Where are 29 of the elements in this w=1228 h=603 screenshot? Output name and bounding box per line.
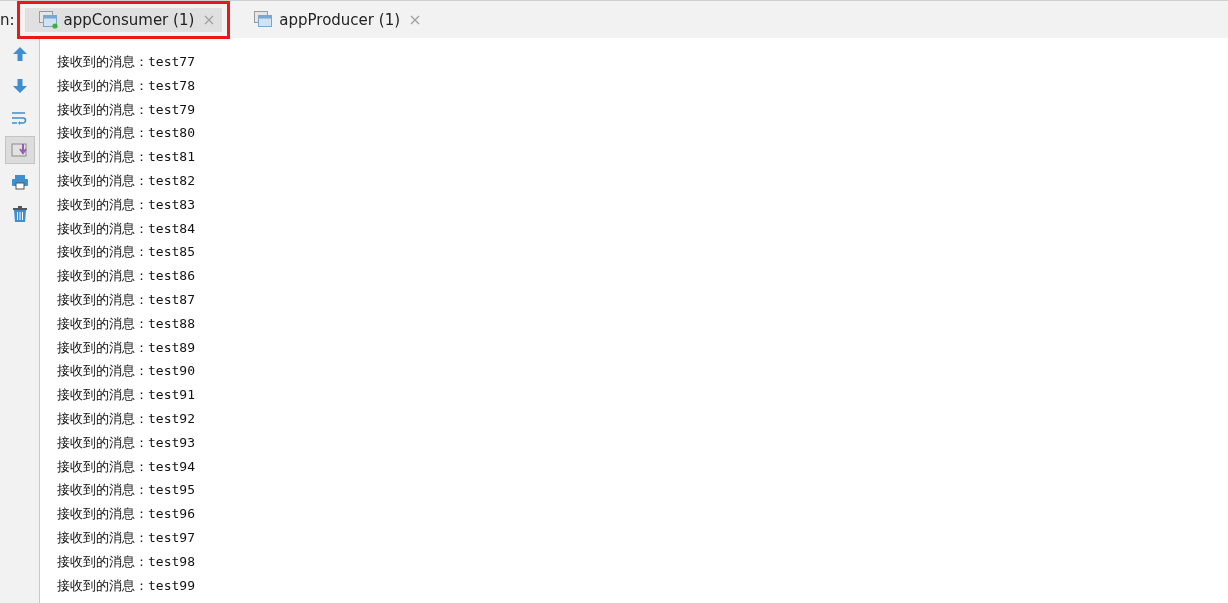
tab[interactable]: appConsumer (1) (24, 7, 223, 32)
console-line: 接收到的消息：test84 (57, 219, 196, 238)
close-icon[interactable] (410, 14, 421, 25)
console-line: 接收到的消息：test98 (57, 552, 196, 571)
console-line: 接收到的消息：test78 (57, 76, 196, 95)
console-line: 接收到的消息：test92 (57, 409, 196, 428)
console-line: 接收到的消息：test90 (57, 362, 196, 381)
console-line: 接收到的消息：test99 (57, 576, 196, 595)
console-line: 接收到的消息：test82 (57, 172, 196, 190)
console-line: 接收到的消息：test86 (57, 267, 196, 286)
console-line: 接收到的消息：test89 (57, 338, 196, 357)
console-line: 接收到的消息：test85 (57, 243, 196, 262)
console-line: 接收到的消息：test87 (57, 290, 196, 309)
scroll-to-end-icon[interactable] (4, 136, 35, 164)
run-label: n: (0, 10, 15, 29)
console-line: 接收到的消息：test81 (57, 148, 196, 167)
console-line: 接收到的消息：test83 (57, 195, 196, 214)
console-line: 接收到的消息：test94 (57, 457, 196, 476)
console-line: 接收到的消息：test93 (57, 433, 196, 452)
console-line: 接收到的消息：test97 (57, 528, 196, 547)
console-line: 接收到的消息：test80 (57, 124, 196, 143)
console-line: 接收到的消息：test91 (57, 386, 196, 405)
console-line: 接收到的消息：test95 (57, 481, 196, 500)
console-line: 接收到的消息：test79 (57, 100, 196, 119)
close-icon[interactable] (204, 14, 215, 25)
tab[interactable]: appProducer (1) (240, 7, 429, 32)
console-line: 接收到的消息：test77 (57, 53, 196, 71)
console-line: 接收到的消息：test88 (57, 314, 196, 333)
console-line: 接收到的消息：test96 (57, 505, 196, 524)
